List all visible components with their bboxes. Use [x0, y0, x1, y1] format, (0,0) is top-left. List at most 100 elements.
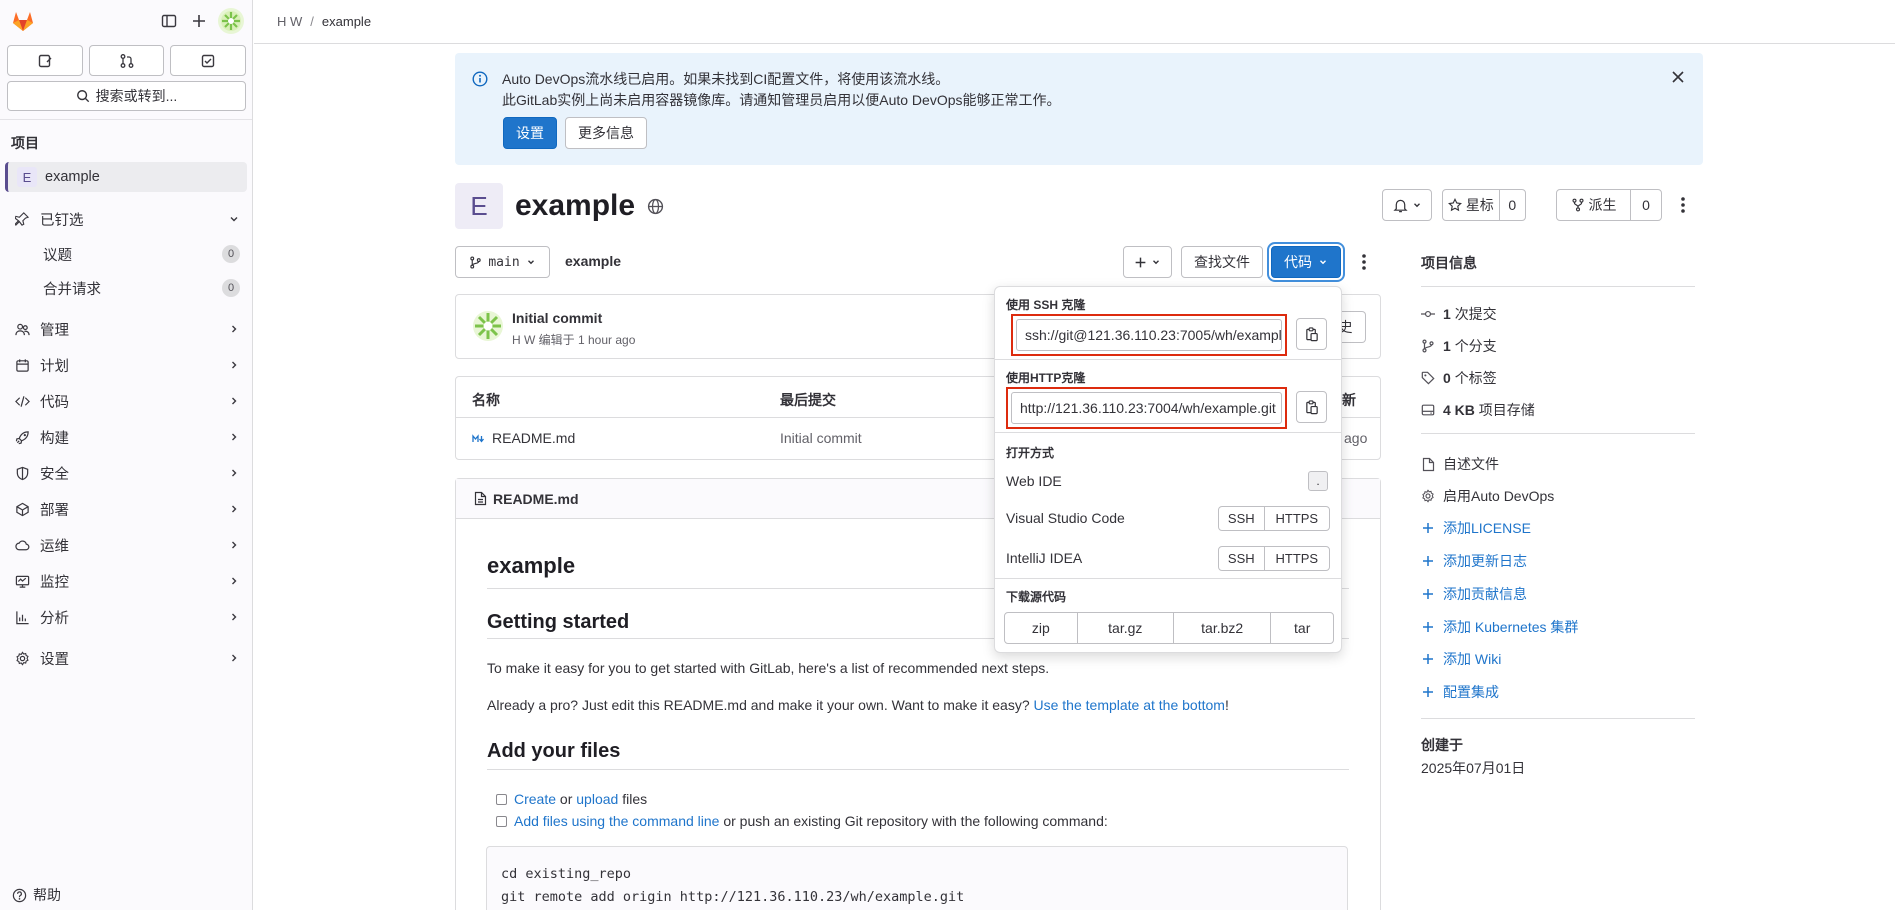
upload-link[interactable]: upload: [576, 791, 618, 807]
deployments-icon: [14, 501, 30, 517]
sidebar-item-issues[interactable]: 议题 0: [5, 237, 248, 271]
add-file-dropdown[interactable]: [1123, 246, 1172, 278]
chevron-down-icon: [1318, 257, 1328, 267]
sidebar-item-code[interactable]: 代码: [5, 384, 248, 418]
notifications-dropdown[interactable]: [1382, 189, 1432, 221]
alert-settings-button[interactable]: 设置: [503, 117, 557, 149]
sidebar-item-deploy[interactable]: 部署: [5, 492, 248, 526]
branch-icon: [469, 255, 482, 269]
code-dropdown-button[interactable]: 代码: [1271, 246, 1341, 278]
col-name: 名称: [472, 392, 500, 408]
sidebar-item-operate[interactable]: 运维: [5, 528, 248, 562]
sidebar-item-secure[interactable]: 安全: [5, 456, 248, 490]
task-checkbox[interactable]: [496, 815, 507, 827]
issues-shortcut-button[interactable]: [7, 45, 83, 76]
http-url-input[interactable]: http://121.36.110.23:7004/wh/example.git: [1011, 392, 1282, 424]
tags-link[interactable]: 0 个标签: [1421, 368, 1497, 388]
download-tar-button[interactable]: tar: [1270, 613, 1333, 643]
breadcrumb-separator: /: [310, 14, 314, 29]
template-link[interactable]: Use the template at the bottom: [1034, 697, 1225, 713]
created-label: 创建于: [1421, 737, 1463, 753]
commit-author-avatar[interactable]: [472, 310, 504, 342]
commit-meta: H W 编辑于 1 hour ago: [512, 333, 636, 347]
project-avatar-large: E: [455, 183, 503, 229]
sidebar-item-label: 合并请求: [43, 281, 101, 298]
create-new-icon[interactable]: [184, 6, 214, 36]
clipboard-icon: [1305, 326, 1319, 342]
create-link[interactable]: Create: [514, 791, 556, 807]
breadcrumb-project[interactable]: example: [322, 14, 371, 29]
gitlab-logo-icon[interactable]: [8, 6, 38, 36]
vscode-ssh-button[interactable]: SSH: [1219, 507, 1264, 530]
file-commit[interactable]: Initial commit: [780, 430, 862, 446]
sidebar-item-manage[interactable]: 管理: [5, 312, 248, 346]
chevron-down-icon: [228, 213, 240, 225]
intellij-https-button[interactable]: HTTPS: [1263, 547, 1329, 570]
chevron-right-icon: [228, 359, 240, 371]
sidebar-item-label: 安全: [40, 466, 69, 483]
configure-integrations-link[interactable]: 配置集成: [1421, 682, 1499, 702]
branch-selector[interactable]: main: [455, 246, 550, 278]
help-button[interactable]: 帮助: [12, 885, 61, 905]
file-name[interactable]: README.md: [492, 430, 575, 446]
add-license-link[interactable]: 添加LICENSE: [1421, 518, 1531, 538]
download-zip-button[interactable]: zip: [1005, 613, 1077, 643]
gear-icon: [14, 650, 30, 666]
sidebar-item-pinned[interactable]: 已钉选: [5, 202, 248, 236]
sidebar-project-item[interactable]: E example: [5, 162, 247, 192]
toggle-sidebar-icon[interactable]: [154, 6, 184, 36]
add-changelog-link[interactable]: 添加更新日志: [1421, 551, 1527, 571]
commit-message[interactable]: Initial commit: [512, 310, 602, 326]
branch-icon: [1421, 339, 1435, 353]
star-button[interactable]: 星标: [1443, 190, 1500, 220]
add-contributing-label: 添加贡献信息: [1443, 586, 1527, 602]
copy-ssh-url-button[interactable]: [1296, 318, 1327, 350]
add-wiki-link[interactable]: 添加 Wiki: [1421, 649, 1501, 669]
alert-more-info-button[interactable]: 更多信息: [565, 117, 647, 149]
readme-link[interactable]: 自述文件: [1421, 454, 1499, 474]
copy-http-url-button[interactable]: [1296, 391, 1327, 423]
branches-link[interactable]: 1 个分支: [1421, 336, 1497, 356]
intellij-ssh-button[interactable]: SSH: [1219, 547, 1264, 570]
sidebar-item-label: 运维: [40, 538, 69, 555]
list-item: Create or upload files: [496, 791, 647, 807]
vscode-options: SSH HTTPS: [1218, 506, 1330, 531]
fork-button[interactable]: 派生: [1557, 190, 1631, 220]
readme-filename[interactable]: README.md: [493, 491, 579, 507]
breadcrumb-user[interactable]: H W: [277, 14, 302, 29]
sidebar-item-analyze[interactable]: 分析: [5, 600, 248, 634]
enable-autodevops-link[interactable]: 启用Auto DevOps: [1421, 486, 1554, 506]
fork-count[interactable]: 0: [1631, 190, 1661, 220]
repo-path[interactable]: example: [565, 253, 621, 269]
download-tarbz2-button[interactable]: tar.bz2: [1172, 613, 1270, 643]
storage-link[interactable]: 4 KB 项目存储: [1421, 400, 1535, 420]
sidebar-item-merge-requests[interactable]: 合并请求 0: [5, 271, 248, 305]
sidebar-item-monitor[interactable]: 监控: [5, 564, 248, 598]
add-kubernetes-link[interactable]: 添加 Kubernetes 集群: [1421, 617, 1578, 637]
merge-requests-shortcut-button[interactable]: [88, 45, 165, 76]
commits-link[interactable]: 1 次提交: [1421, 304, 1497, 324]
ssh-url-input[interactable]: ssh://git@121.36.110.23:7005/wh/example.…: [1016, 319, 1282, 351]
sidebar-item-settings[interactable]: 设置: [5, 641, 248, 675]
add-changelog-label: 添加更新日志: [1443, 553, 1527, 569]
vscode-https-button[interactable]: HTTPS: [1263, 507, 1329, 530]
close-icon[interactable]: [1671, 70, 1685, 84]
more-repo-actions-icon[interactable]: [1360, 253, 1368, 271]
todo-shortcut-button[interactable]: [170, 45, 247, 76]
add-contributing-link[interactable]: 添加贡献信息: [1421, 584, 1527, 604]
sidebar-item-build[interactable]: 构建: [5, 420, 248, 454]
clone-dropdown: 使用 SSH 克隆 ssh://git@121.36.110.23:7005/w…: [994, 286, 1342, 653]
fork-icon: [1571, 198, 1585, 212]
branch-name: main: [488, 254, 520, 270]
download-targz-button[interactable]: tar.gz: [1076, 613, 1173, 643]
search-button[interactable]: 搜索或转到...: [7, 81, 246, 111]
web-ide-item[interactable]: Web IDE: [1006, 473, 1062, 489]
find-file-button[interactable]: 查找文件: [1181, 246, 1263, 278]
sidebar-item-plan[interactable]: 计划: [5, 348, 248, 382]
more-actions-icon[interactable]: [1679, 196, 1687, 214]
command-line-link[interactable]: Add files using the command line: [514, 813, 719, 829]
user-avatar[interactable]: [218, 8, 244, 34]
task-checkbox[interactable]: [496, 793, 507, 805]
star-count[interactable]: 0: [1500, 190, 1525, 220]
calendar-icon: [14, 357, 30, 373]
